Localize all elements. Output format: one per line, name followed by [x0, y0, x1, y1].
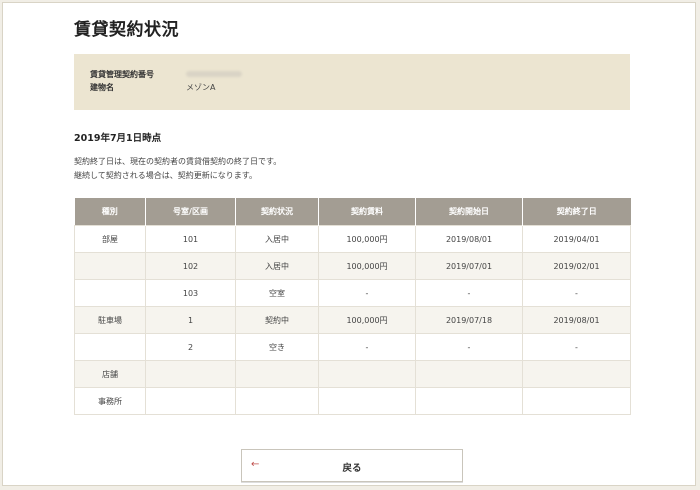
table-cell: 101: [145, 225, 236, 253]
table-cell: 部屋: [74, 225, 146, 253]
table-cell: 2019/07/18: [415, 306, 523, 334]
table-header-row: 種別 号室/区画 契約状況 契約賃料 契約開始日 契約終了日: [74, 198, 631, 226]
table-cell: [415, 360, 523, 388]
table-cell: [74, 252, 146, 280]
table-cell: 2019/08/01: [415, 225, 523, 253]
table-cell: -: [415, 279, 523, 307]
table-cell: [74, 279, 146, 307]
table-cell: [318, 387, 416, 415]
table-cell: 駐車場: [74, 306, 146, 334]
column-header: 契約賃料: [318, 198, 416, 226]
table-row: 店舗: [74, 360, 631, 388]
table-row: 駐車場 1 契約中 100,000円 2019/07/18 2019/08/01: [74, 306, 631, 334]
contract-number-value-masked: [186, 70, 242, 79]
table-cell: 2019/07/01: [415, 252, 523, 280]
page-container: 賃貸契約状況 賃貸管理契約番号 建物名 メゾンA 2019年7月1日時点 契約終…: [2, 2, 696, 486]
table-cell: [522, 387, 631, 415]
table-cell: [74, 333, 146, 361]
table-cell: 空室: [235, 279, 319, 307]
table-cell: -: [318, 333, 416, 361]
column-header: 契約開始日: [415, 198, 523, 226]
contract-info-panel: 賃貸管理契約番号 建物名 メゾンA: [74, 54, 630, 110]
table-row: 2 空き - - -: [74, 333, 631, 361]
back-button-label: 戻る: [342, 463, 362, 474]
table-cell: 2019/08/01: [522, 306, 631, 334]
building-name-label: 建物名: [90, 83, 114, 92]
table-cell: 2019/04/01: [522, 225, 631, 253]
table-cell: 店舗: [74, 360, 146, 388]
as-of-date: 2019年7月1日時点: [74, 133, 162, 144]
table-row: 事務所: [74, 387, 631, 415]
table-cell: 事務所: [74, 387, 146, 415]
table-cell: -: [415, 333, 523, 361]
table-cell: 入居中: [235, 252, 319, 280]
column-header: 号室/区画: [145, 198, 236, 226]
table-cell: 2019/02/01: [522, 252, 631, 280]
table-cell: 1: [145, 306, 236, 334]
table-cell: 102: [145, 252, 236, 280]
column-header: 契約状況: [235, 198, 319, 226]
page-title: 賃貸契約状況: [74, 20, 179, 40]
table-row: 部屋 101 入居中 100,000円 2019/08/01 2019/04/0…: [74, 225, 631, 253]
contract-number-label: 賃貸管理契約番号: [90, 70, 154, 79]
table-cell: 103: [145, 279, 236, 307]
table-cell: 100,000円: [318, 306, 416, 334]
table-cell: -: [522, 279, 631, 307]
table-cell: 2: [145, 333, 236, 361]
table-cell: 空き: [235, 333, 319, 361]
column-header: 契約終了日: [522, 198, 631, 226]
table-cell: 契約中: [235, 306, 319, 334]
note-line: 契約終了日は、現在の契約者の賃貸借契約の終了日です。: [74, 157, 282, 166]
masked-value: [186, 71, 242, 77]
table-cell: 100,000円: [318, 225, 416, 253]
back-button[interactable]: ← 戻る: [241, 449, 463, 482]
table-cell: [235, 360, 319, 388]
table-row: 103 空室 - - -: [74, 279, 631, 307]
table-cell: 入居中: [235, 225, 319, 253]
note-line: 継続して契約される場合は、契約更新になります。: [74, 171, 257, 180]
table-cell: [318, 360, 416, 388]
table-cell: -: [522, 333, 631, 361]
building-name-value: メゾンA: [186, 83, 216, 92]
table-cell: [522, 360, 631, 388]
table-row: 102 入居中 100,000円 2019/07/01 2019/02/01: [74, 252, 631, 280]
table-cell: 100,000円: [318, 252, 416, 280]
contract-number-row: 賃貸管理契約番号: [90, 68, 630, 81]
table-cell: [415, 387, 523, 415]
column-header: 種別: [74, 198, 146, 226]
contract-status-table: 種別 号室/区画 契約状況 契約賃料 契約開始日 契約終了日 部屋 101 入居…: [74, 198, 631, 415]
notes: 契約終了日は、現在の契約者の賃貸借契約の終了日です。 継続して契約される場合は、…: [74, 155, 281, 183]
table-cell: [235, 387, 319, 415]
table-cell: -: [318, 279, 416, 307]
building-name-row: 建物名 メゾンA: [90, 81, 630, 94]
table-cell: [145, 360, 236, 388]
table-cell: [145, 387, 236, 415]
